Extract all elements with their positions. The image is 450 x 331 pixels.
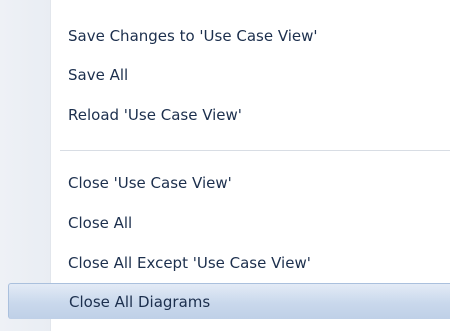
context-menu: Save Changes to 'Use Case View' Save All… (0, 0, 450, 331)
menu-item-reload[interactable]: Reload 'Use Case View' (0, 97, 450, 133)
menu-item-save-changes[interactable]: Save Changes to 'Use Case View' (0, 18, 450, 54)
menu-item-close-all-diagrams[interactable]: Close All Diagrams (8, 283, 450, 319)
menu-separator (60, 150, 450, 151)
menu-item-close[interactable]: Close 'Use Case View' (0, 165, 450, 201)
menu-item-close-all-except[interactable]: Close All Except 'Use Case View' (0, 245, 450, 281)
menu-item-save-all[interactable]: Save All (0, 57, 450, 93)
menu-item-close-all[interactable]: Close All (0, 205, 450, 241)
